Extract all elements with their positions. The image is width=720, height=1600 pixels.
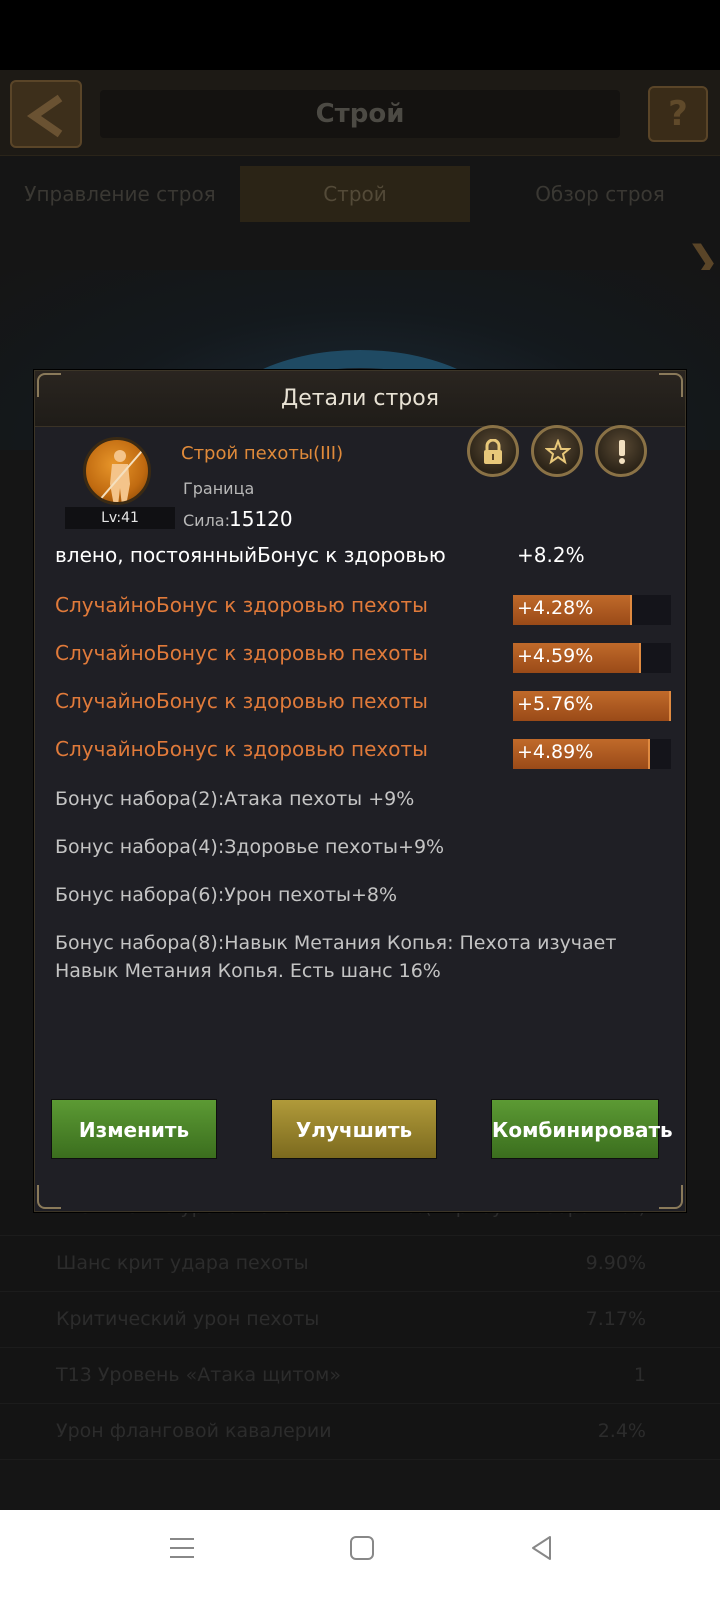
level-badge: Lv:41 bbox=[65, 507, 175, 529]
home-icon[interactable] bbox=[348, 1534, 376, 1562]
change-button[interactable]: Изменить bbox=[51, 1099, 217, 1159]
set-bonus-4: Бонус набора(4):Здоровье пехоты+9% bbox=[55, 836, 445, 858]
corner-ornament bbox=[37, 1185, 61, 1209]
row-value: 2.4% bbox=[597, 1420, 646, 1442]
stat-bar: +4.28% bbox=[513, 595, 671, 625]
tab-formation-overview[interactable]: Обзор строя bbox=[500, 166, 700, 222]
tab-bar: Управление строя Строй Обзор строя bbox=[0, 166, 720, 222]
combine-button[interactable]: Комбинировать bbox=[491, 1099, 673, 1159]
info-icon bbox=[619, 440, 625, 464]
screen-title: Строй bbox=[100, 90, 620, 138]
row-value: 7.17% bbox=[585, 1308, 646, 1330]
corner-ornament bbox=[659, 373, 683, 397]
random-stat-label: СлучайноБонус к здоровью пехоты bbox=[55, 641, 428, 665]
power-value: 15120 bbox=[229, 507, 293, 531]
tab-formation-management[interactable]: Управление строя bbox=[10, 166, 230, 222]
stat-bar: +5.76% bbox=[513, 691, 671, 721]
list-item: Критический урон пехоты 7.17% bbox=[0, 1292, 720, 1348]
main-stat-label: влено, постоянныйБонус к здоровью пехоты bbox=[55, 543, 453, 567]
infantry-icon bbox=[83, 437, 151, 505]
lock-button[interactable] bbox=[467, 425, 519, 477]
dialog-title: Детали строя bbox=[35, 371, 685, 427]
navigation-bar bbox=[0, 1510, 720, 1600]
row-value: 9.90% bbox=[585, 1252, 646, 1274]
random-stat-label: СлучайноБонус к здоровью пехоты bbox=[55, 737, 428, 761]
random-stat-label: СлучайноБонус к здоровью пехоты bbox=[55, 689, 428, 713]
favorite-button[interactable] bbox=[531, 425, 583, 477]
row-label: Урон фланговой кавалерии bbox=[56, 1420, 332, 1442]
info-button[interactable] bbox=[595, 425, 647, 477]
top-bar: Строй ? bbox=[0, 70, 720, 156]
stat-bar: +4.89% bbox=[513, 739, 671, 769]
main-stat-value: +8.2% bbox=[517, 543, 585, 567]
corner-ornament bbox=[659, 1185, 683, 1209]
lock-icon bbox=[484, 439, 502, 464]
tab-formation[interactable]: Строй bbox=[240, 166, 470, 222]
row-label: Т13 Уровень «Атака щитом» bbox=[56, 1364, 342, 1386]
upgrade-button[interactable]: Улучшить bbox=[271, 1099, 437, 1159]
star-icon bbox=[545, 439, 571, 465]
power-label: Сила: bbox=[183, 511, 230, 530]
random-stat-value: +5.76% bbox=[517, 693, 594, 715]
random-stat-value: +4.59% bbox=[517, 645, 594, 667]
stat-bar: +4.59% bbox=[513, 643, 671, 673]
back-arrow-icon bbox=[26, 94, 63, 138]
formation-details-dialog: Детали строя Lv:41 Строй пехоты(III) Гра… bbox=[34, 370, 686, 1212]
menu-icon[interactable] bbox=[168, 1534, 196, 1562]
row-label: Шанс крит удара пехоты bbox=[56, 1252, 309, 1274]
back-icon[interactable] bbox=[528, 1534, 556, 1562]
status-bar bbox=[0, 0, 720, 70]
corner-ornament bbox=[37, 373, 61, 397]
random-stat-value: +4.28% bbox=[517, 597, 594, 619]
unit-name: Строй пехоты(III) bbox=[181, 443, 344, 464]
list-item: Т13 Уровень «Атака щитом» 1 bbox=[0, 1348, 720, 1404]
help-button[interactable]: ? bbox=[648, 86, 708, 142]
row-value: 1 bbox=[633, 1364, 646, 1386]
stats-list: Увеличение урона пехотыR%(Атрибут набора… bbox=[0, 1180, 720, 1460]
random-stat-label: СлучайноБонус к здоровью пехоты bbox=[55, 593, 428, 617]
back-button[interactable] bbox=[10, 80, 82, 148]
random-stat-value: +4.89% bbox=[517, 741, 594, 763]
unit-type: Граница bbox=[183, 479, 255, 498]
set-bonus-6: Бонус набора(6):Урон пехоты+8% bbox=[55, 884, 398, 906]
set-bonus-2: Бонус набора(2):Атака пехоты +9% bbox=[55, 788, 415, 810]
list-item: Урон фланговой кавалерии 2.4% bbox=[0, 1404, 720, 1460]
list-item: Шанс крит удара пехоты 9.90% bbox=[0, 1236, 720, 1292]
row-label: Критический урон пехоты bbox=[56, 1308, 320, 1330]
set-bonus-8: Бонус набора(8):Навык Метания Копья: Пех… bbox=[55, 932, 617, 982]
